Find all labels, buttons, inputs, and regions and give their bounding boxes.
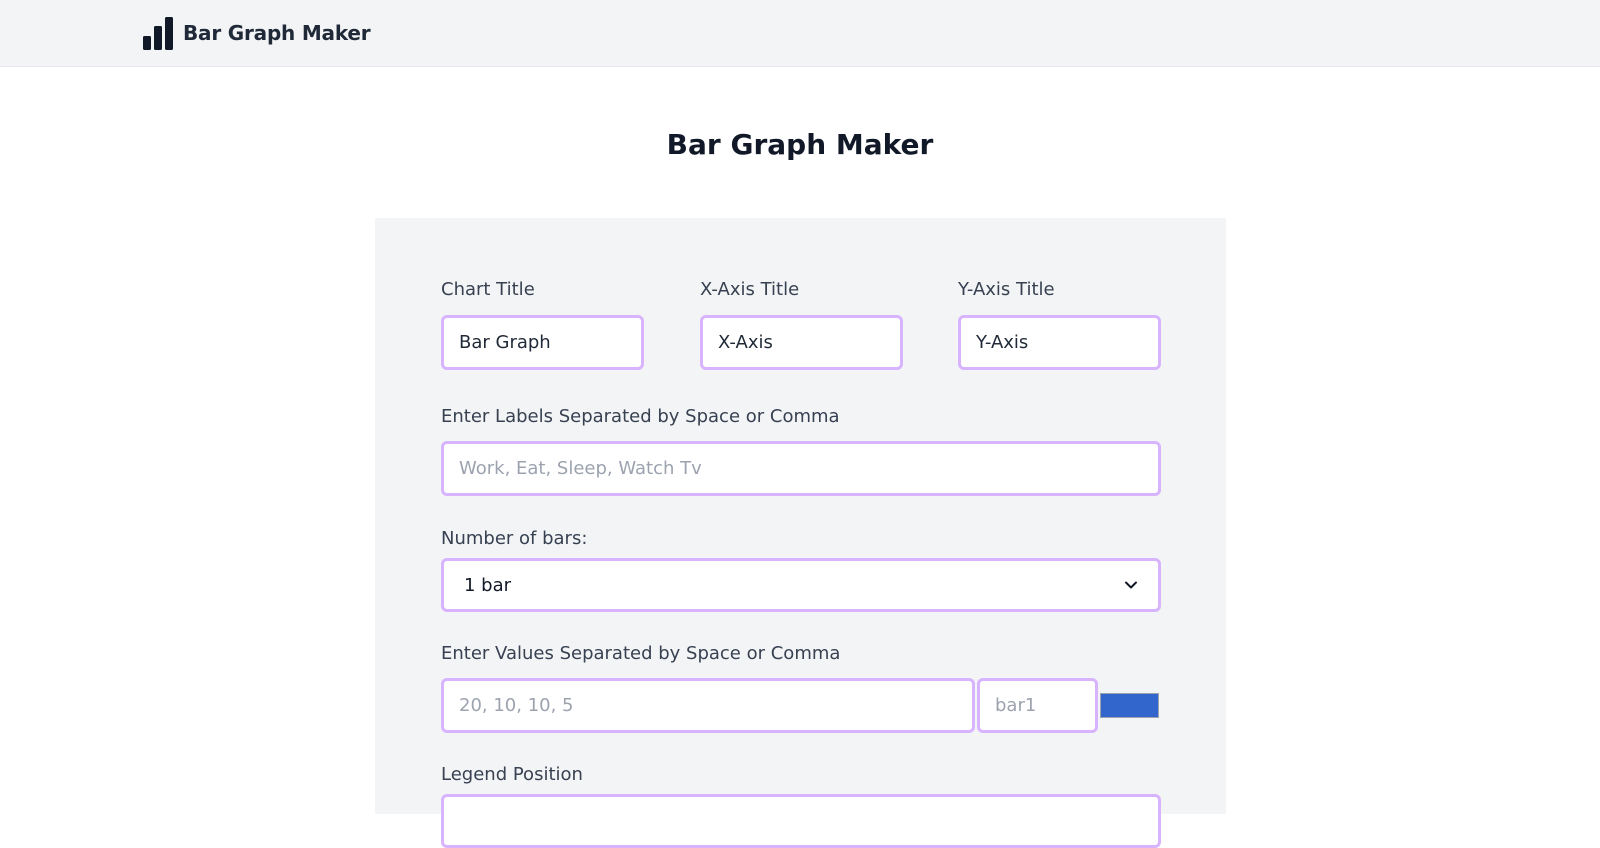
brand-name: Bar Graph Maker xyxy=(183,21,371,45)
chart-settings-form: Chart Title X-Axis Title Y-Axis Title En… xyxy=(375,218,1226,848)
x-axis-title-label: X-Axis Title xyxy=(700,279,800,300)
series-color-fill xyxy=(1101,694,1158,717)
legend-position-label: Legend Position xyxy=(441,764,583,785)
labels-label: Enter Labels Separated by Space or Comma xyxy=(441,406,840,427)
number-of-bars-select[interactable]: 1 bar xyxy=(441,558,1161,612)
y-axis-title-input[interactable] xyxy=(958,315,1161,370)
page-title: Bar Graph Maker xyxy=(666,128,934,161)
series-color-picker[interactable] xyxy=(1100,693,1159,718)
chevron-down-icon xyxy=(1125,581,1137,589)
values-label: Enter Values Separated by Space or Comma xyxy=(441,643,841,664)
navbar: Bar Graph Maker xyxy=(0,0,1600,67)
number-of-bars-label: Number of bars: xyxy=(441,528,588,549)
y-axis-title-label: Y-Axis Title xyxy=(958,279,1055,300)
bar-chart-icon xyxy=(143,17,173,50)
values-input[interactable] xyxy=(441,678,975,733)
legend-position-select[interactable] xyxy=(441,794,1161,848)
brand-logo[interactable]: Bar Graph Maker xyxy=(142,16,371,50)
number-of-bars-selected: 1 bar xyxy=(464,574,512,596)
series-name-input[interactable] xyxy=(977,678,1098,733)
x-axis-title-input[interactable] xyxy=(700,315,903,370)
labels-input[interactable] xyxy=(441,441,1161,496)
chart-title-label: Chart Title xyxy=(441,279,535,300)
chart-title-input[interactable] xyxy=(441,315,644,370)
